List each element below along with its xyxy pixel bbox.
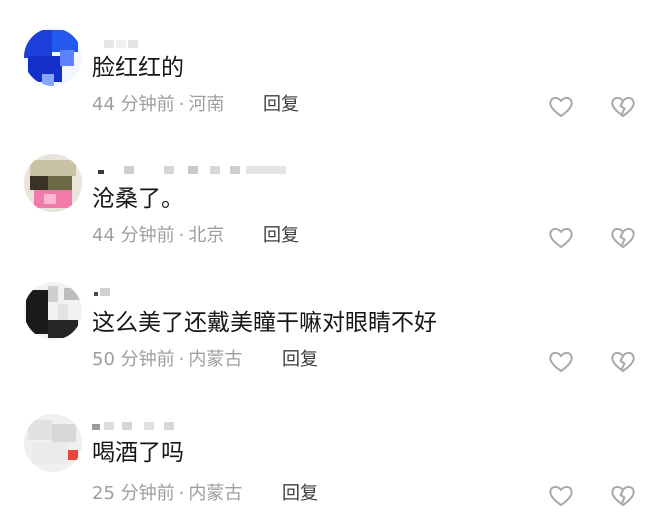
heart-outline-icon[interactable] <box>548 484 574 508</box>
heart-outline-icon[interactable] <box>548 350 574 374</box>
heart-outline-icon[interactable] <box>548 95 574 119</box>
comment-meta: 50 分钟前 · 内蒙古 <box>92 349 243 370</box>
reply-button[interactable]: 回复 <box>263 224 299 248</box>
reply-button[interactable]: 回复 <box>263 93 299 117</box>
comment-meta: 44 分钟前 · 河南 <box>92 94 225 115</box>
reply-button[interactable]: 回复 <box>282 482 318 506</box>
comment-text: 沧桑了。 <box>92 186 184 212</box>
comment-meta: 25 分钟前 · 内蒙古 <box>92 483 243 504</box>
comment-meta: 44 分钟前 · 北京 <box>92 225 225 246</box>
broken-heart-icon[interactable] <box>610 226 636 250</box>
comment-time: 44 分钟前 <box>92 225 175 246</box>
username-blurred[interactable] <box>92 422 182 438</box>
comment-item: 这么美了还戴美瞳干嘛对眼睛不好 50 分钟前 · 内蒙古 回复 <box>0 268 660 396</box>
username-blurred[interactable] <box>94 288 118 304</box>
avatar[interactable] <box>24 414 82 472</box>
comment-time: 25 分钟前 <box>92 483 175 504</box>
comment-location: 内蒙古 <box>188 349 243 370</box>
comment-time: 44 分钟前 <box>92 94 175 115</box>
avatar[interactable] <box>24 282 82 340</box>
broken-heart-icon[interactable] <box>610 95 636 119</box>
comment-location: 内蒙古 <box>188 483 243 504</box>
username-blurred[interactable] <box>98 166 298 182</box>
comment-location: 河南 <box>188 94 225 115</box>
avatar[interactable] <box>24 28 82 86</box>
comment-time: 50 分钟前 <box>92 349 175 370</box>
comment-text: 脸红红的 <box>92 55 184 81</box>
reply-button[interactable]: 回复 <box>282 348 318 372</box>
comment-text: 这么美了还戴美瞳干嘛对眼睛不好 <box>92 310 437 336</box>
heart-outline-icon[interactable] <box>548 226 574 250</box>
broken-heart-icon[interactable] <box>610 484 636 508</box>
avatar[interactable] <box>24 154 82 212</box>
comment-item: 喝酒了吗 25 分钟前 · 内蒙古 回复 <box>0 396 660 528</box>
comment-list: 脸红红的 44 分钟前 · 河南 回复 沧桑了。 44 分钟前 · 北京 回复 … <box>0 0 660 528</box>
comment-text: 喝酒了吗 <box>92 440 184 466</box>
broken-heart-icon[interactable] <box>610 350 636 374</box>
comment-item: 沧桑了。 44 分钟前 · 北京 回复 <box>0 132 660 268</box>
comment-item: 脸红红的 44 分钟前 · 河南 回复 <box>0 0 660 132</box>
comment-location: 北京 <box>188 225 225 246</box>
